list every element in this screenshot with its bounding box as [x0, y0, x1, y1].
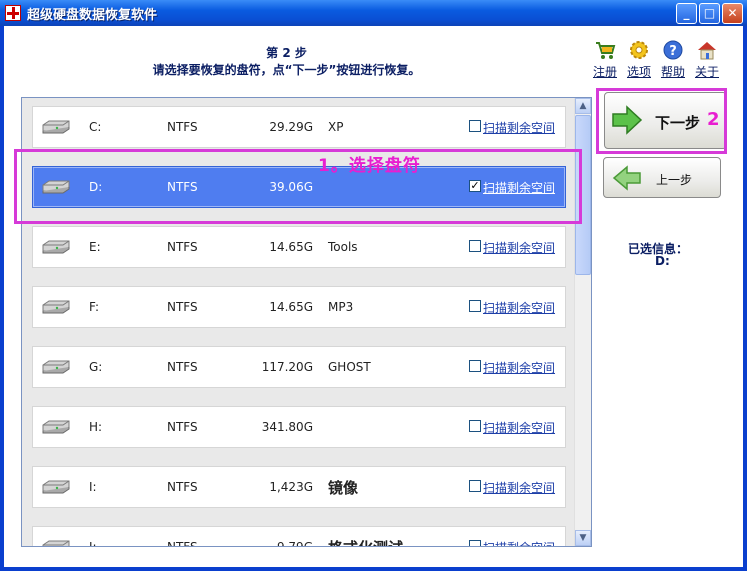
- drive-row[interactable]: C: NTFS 29.29G XP 扫描剩余空间: [32, 106, 566, 148]
- hard-disk-icon: [42, 540, 70, 546]
- about-link[interactable]: 关于: [690, 39, 724, 80]
- home-icon: [698, 42, 716, 60]
- hard-disk-icon: [42, 420, 70, 434]
- scroll-down-button[interactable]: ▼: [575, 530, 591, 546]
- gear-icon: [630, 41, 648, 59]
- scan-free-space-checkbox[interactable]: [469, 480, 481, 492]
- drive-letter: G:: [89, 360, 103, 374]
- scan-free-space-checkbox[interactable]: [469, 360, 481, 372]
- drive-size: 14.65G: [269, 240, 313, 254]
- drive-size: 29.29G: [269, 120, 313, 134]
- file-system: NTFS: [167, 300, 198, 314]
- help-icon: ?: [663, 40, 683, 60]
- minimize-icon: _: [683, 6, 690, 20]
- step-title: 第 2 步: [266, 46, 307, 60]
- drive-row[interactable]: E: NTFS 14.65G Tools 扫描剩余空间: [32, 226, 566, 268]
- scan-free-space-checkbox[interactable]: [469, 240, 481, 252]
- drive-letter: E:: [89, 240, 101, 254]
- help-link[interactable]: ? 帮助: [656, 39, 690, 80]
- arrow-left-icon: [612, 165, 641, 191]
- selection-highlight-frame: [14, 149, 582, 224]
- volume-label: 格式化测试: [328, 537, 403, 546]
- drive-letter: J:: [89, 540, 97, 547]
- scan-free-space-link[interactable]: 扫描剩余空间: [483, 359, 555, 376]
- drive-row[interactable]: G: NTFS 117.20G GHOST 扫描剩余空间: [32, 346, 566, 388]
- scan-free-space-link[interactable]: 扫描剩余空间: [483, 419, 555, 436]
- options-label: 选项: [626, 65, 651, 79]
- svg-text:?: ?: [669, 44, 677, 59]
- prev-label: 上一步: [656, 173, 693, 187]
- volume-label: XP: [328, 120, 344, 134]
- volume-label: GHOST: [328, 360, 371, 374]
- app-logo-icon: [5, 5, 21, 21]
- hard-disk-icon: [42, 240, 70, 254]
- scan-free-space-link[interactable]: 扫描剩余空间: [483, 119, 555, 136]
- minimize-button[interactable]: _: [676, 3, 697, 24]
- drive-row[interactable]: I: NTFS 1,423G 镜像 扫描剩余空间: [32, 466, 566, 508]
- file-system: NTFS: [167, 120, 198, 134]
- maximize-button[interactable]: □: [699, 3, 720, 24]
- app-window: 超级硬盘数据恢复软件 _ □ ✕ 第 2 步 请选择要恢复的盘符，点“下一步”按…: [0, 0, 747, 571]
- volume-label: Tools: [328, 240, 358, 254]
- hard-disk-icon: [42, 480, 70, 494]
- scan-free-space-checkbox[interactable]: [469, 120, 481, 132]
- drive-row[interactable]: F: NTFS 14.65G MP3 扫描剩余空间: [32, 286, 566, 328]
- close-icon: ✕: [727, 6, 738, 20]
- selected-info-value: D:: [655, 254, 670, 268]
- scan-free-space-link[interactable]: 扫描剩余空间: [483, 539, 555, 546]
- scan-free-space-checkbox[interactable]: [469, 420, 481, 432]
- scan-free-space-link[interactable]: 扫描剩余空间: [483, 239, 555, 256]
- drive-row[interactable]: H: NTFS 341.80G 扫描剩余空间: [32, 406, 566, 448]
- close-button[interactable]: ✕: [722, 3, 743, 24]
- client-area: 第 2 步 请选择要恢复的盘符，点“下一步”按钮进行恢复。 注册 选项 ? 帮助: [4, 26, 743, 567]
- hard-disk-icon: [42, 120, 70, 134]
- file-system: NTFS: [167, 420, 198, 434]
- drive-letter: F:: [89, 300, 100, 314]
- hard-disk-icon: [42, 360, 70, 374]
- cart-icon: [596, 42, 616, 59]
- prev-button[interactable]: 上一步: [603, 157, 721, 198]
- scan-free-space-checkbox[interactable]: [469, 540, 481, 546]
- scroll-up-button[interactable]: ▲: [575, 98, 591, 114]
- hard-disk-icon: [42, 300, 70, 314]
- drive-letter: H:: [89, 420, 103, 434]
- volume-label: MP3: [328, 300, 354, 314]
- file-system: NTFS: [167, 360, 198, 374]
- file-system: NTFS: [167, 240, 198, 254]
- scan-free-space-link[interactable]: 扫描剩余空间: [483, 479, 555, 496]
- select-drive-annotation: 1。选择盘符: [318, 156, 421, 176]
- maximize-icon: □: [703, 6, 716, 20]
- help-label: 帮助: [660, 65, 685, 79]
- drive-size: 14.65G: [269, 300, 313, 314]
- window-title: 超级硬盘数据恢复软件: [27, 8, 158, 23]
- register-label: 注册: [592, 65, 617, 79]
- drive-size: 9.79G: [276, 540, 313, 547]
- file-system: NTFS: [167, 480, 198, 494]
- drive-size: 1,423G: [269, 480, 313, 494]
- drive-letter: C:: [89, 120, 102, 134]
- drive-letter: I:: [89, 480, 97, 494]
- step-description: 请选择要恢复的盘符，点“下一步”按钮进行恢复。: [152, 63, 421, 77]
- title-bar[interactable]: 超级硬盘数据恢复软件 _ □ ✕: [0, 0, 747, 26]
- register-link[interactable]: 注册: [588, 39, 622, 80]
- file-system: NTFS: [167, 540, 198, 547]
- next-highlight-frame: [596, 88, 727, 154]
- scan-free-space-link[interactable]: 扫描剩余空间: [483, 299, 555, 316]
- drive-row[interactable]: J: NTFS 9.79G 格式化测试 扫描剩余空间: [32, 526, 566, 547]
- scan-free-space-checkbox[interactable]: [469, 300, 481, 312]
- volume-label: 镜像: [328, 479, 359, 497]
- drive-size: 341.80G: [261, 420, 313, 434]
- drive-size: 117.20G: [261, 360, 313, 374]
- options-link[interactable]: 选项: [622, 39, 656, 80]
- about-label: 关于: [694, 65, 719, 79]
